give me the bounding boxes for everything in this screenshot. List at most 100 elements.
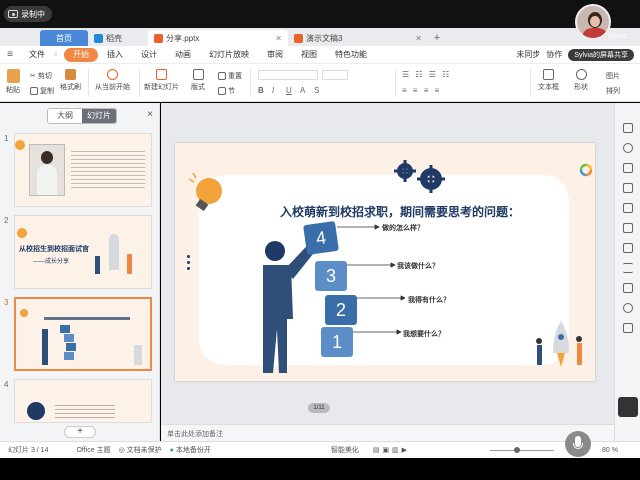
slide-thumbnail-1[interactable]: [14, 133, 152, 207]
sliders-icon[interactable]: [623, 263, 633, 273]
sidebar-tool-icon[interactable]: [623, 323, 633, 333]
beautify-label: 智能美化: [330, 447, 359, 454]
zoom-level[interactable]: 80 %: [602, 447, 618, 454]
current-slide[interactable]: 入校萌新到校招求职，期间需要思考的问题： 4 3 2 1 做的怎么样？ 我该做什…: [175, 143, 595, 381]
slide-thumbnail-3[interactable]: [14, 297, 152, 371]
doc-protect-status[interactable]: ◎ 文档未保护: [119, 445, 162, 455]
history-icon[interactable]: [623, 303, 633, 313]
beautify-button[interactable]: 智能美化: [331, 445, 359, 455]
copy-button[interactable]: 复制: [30, 86, 54, 96]
textbox-icon: [543, 69, 554, 80]
new-slide-button[interactable]: 新建幻灯片: [144, 69, 179, 92]
tab-close-icon[interactable]: ✕: [415, 34, 422, 43]
separator: [88, 69, 89, 97]
microphone-icon[interactable]: [565, 431, 591, 457]
thumb3-title-line: [44, 317, 130, 320]
add-slide-button[interactable]: +: [64, 426, 96, 438]
edit-icon[interactable]: [618, 397, 638, 417]
sidebar-tool-icon[interactable]: [623, 223, 633, 233]
sidebar-tool-icon[interactable]: [623, 243, 633, 253]
status-bar: 幻灯片 3 / 14 Office 主题 ◎ 文档未保护 ● 本地备份开 智能美…: [0, 441, 640, 458]
recording-indicator[interactable]: 录制中: [4, 6, 52, 22]
sidebar-tool-icon[interactable]: [623, 143, 633, 153]
block-mini: [60, 325, 70, 333]
slide-thumbnail-2[interactable]: 从校招生到校招面试官 ——成长分享: [14, 215, 152, 289]
step-text-3[interactable]: 我该做什么？: [397, 261, 439, 271]
reset-label: 重置: [228, 73, 242, 80]
backup-status[interactable]: ● 本地备份开: [170, 445, 211, 455]
bottom-bar: [0, 458, 640, 480]
sidebar-tool-icon[interactable]: [623, 163, 633, 173]
docer-icon: [94, 33, 103, 43]
step-text-2[interactable]: 我得有什么？: [408, 295, 450, 305]
font-name-select[interactable]: [258, 70, 318, 80]
tab-outline[interactable]: 大纲: [48, 109, 82, 123]
ring-logo-icon: [579, 163, 593, 177]
strikethrough-icon[interactable]: S: [314, 86, 319, 95]
save-icon[interactable]: ▫: [54, 48, 64, 62]
list-icons[interactable]: ☰ ☷ ☰ ☷: [402, 70, 451, 79]
underline-icon[interactable]: U: [286, 86, 292, 95]
menu-animation[interactable]: 动画: [166, 48, 200, 62]
format-painter-button[interactable]: 格式刷: [60, 69, 81, 92]
align-icons[interactable]: ≡ ≡ ≡ ≡: [402, 86, 441, 95]
italic-icon[interactable]: I: [272, 86, 274, 95]
section-button[interactable]: 节: [218, 86, 235, 96]
zoom-slider[interactable]: [490, 447, 554, 453]
sync-status[interactable]: 未同步: [516, 49, 540, 60]
theme-name[interactable]: Office 主题: [76, 445, 110, 455]
recording-strip: 录制中: [0, 0, 640, 28]
slide-title[interactable]: 入校萌新到校招求职，期间需要思考的问题：: [175, 203, 595, 220]
tab-home[interactable]: 首页: [40, 30, 88, 46]
section-label: 节: [228, 88, 235, 95]
view-mode-icons[interactable]: ▤▣▥▶: [373, 446, 410, 454]
from-current-button[interactable]: 从当前开始: [95, 69, 130, 92]
cut-button[interactable]: ✂ 剪切: [30, 71, 52, 81]
sidebar-tool-icon[interactable]: [623, 203, 633, 213]
menu-view[interactable]: 视图: [292, 48, 326, 62]
textbox-button[interactable]: 文本框: [538, 69, 559, 92]
font-color-icon[interactable]: A: [300, 86, 305, 95]
sidebar-tool-icon[interactable]: [623, 123, 633, 133]
step-text-4[interactable]: 做的怎么样？: [382, 223, 424, 233]
rocket-icon: [109, 234, 119, 270]
slide-thumbnail-4[interactable]: [14, 379, 152, 423]
arrange-button[interactable]: 排列: [606, 86, 620, 96]
tab-slides[interactable]: 幻灯片: [82, 109, 116, 123]
layout-button[interactable]: 版式: [191, 69, 205, 92]
tab-close-icon[interactable]: ✕: [275, 34, 282, 43]
shape-button[interactable]: 形状: [574, 69, 588, 92]
tab-home-label: 首页: [56, 33, 72, 43]
close-icon[interactable]: ×: [147, 109, 153, 120]
shape-icon: [575, 69, 587, 80]
menu-file[interactable]: 文件: [20, 48, 54, 62]
menu-features[interactable]: 特色功能: [326, 48, 376, 62]
tab-file2-label: 演示文稿3: [306, 33, 343, 43]
bold-icon[interactable]: B: [258, 86, 264, 95]
font-size-select[interactable]: [322, 70, 348, 80]
paste-button[interactable]: 粘贴: [6, 69, 20, 95]
menu-review[interactable]: 审阅: [258, 48, 292, 62]
tab-file-share[interactable]: 分享.pptx ✕: [148, 30, 288, 46]
new-tab-button[interactable]: +: [428, 30, 446, 46]
reset-button[interactable]: 重置: [218, 71, 242, 81]
notes-field[interactable]: 单击此处添加备注: [161, 424, 614, 441]
slide-thumbnail-pane: 大纲 幻灯片 × 1 2 从校招生到校招面试官 ——成长分享 3 4 +: [0, 103, 160, 441]
hamburger-icon[interactable]: ≡: [0, 49, 20, 60]
thumb-number: 4: [4, 380, 9, 389]
menu-design[interactable]: 设计: [132, 48, 166, 62]
zoom-knob[interactable]: [514, 447, 521, 453]
picture-button[interactable]: 图片: [606, 71, 620, 81]
collab-button[interactable]: 协作: [546, 49, 562, 60]
tab-docer[interactable]: 稻壳: [88, 30, 148, 46]
menu-insert[interactable]: 插入: [98, 48, 132, 62]
step-text-1[interactable]: 我想要什么？: [403, 329, 445, 339]
textbox-label: 文本框: [538, 84, 559, 91]
tab-file-label: 分享.pptx: [166, 33, 200, 43]
menu-slideshow[interactable]: 幻灯片放映: [200, 48, 258, 62]
menu-start[interactable]: 开始: [64, 47, 98, 62]
tab-file-presentation3[interactable]: 演示文稿3 ✕: [288, 30, 428, 46]
slide-editing-area[interactable]: 入校萌新到校招求职，期间需要思考的问题： 4 3 2 1 做的怎么样？ 我该做什…: [161, 103, 614, 424]
sidebar-tool-icon[interactable]: [623, 283, 633, 293]
sidebar-tool-icon[interactable]: [623, 183, 633, 193]
